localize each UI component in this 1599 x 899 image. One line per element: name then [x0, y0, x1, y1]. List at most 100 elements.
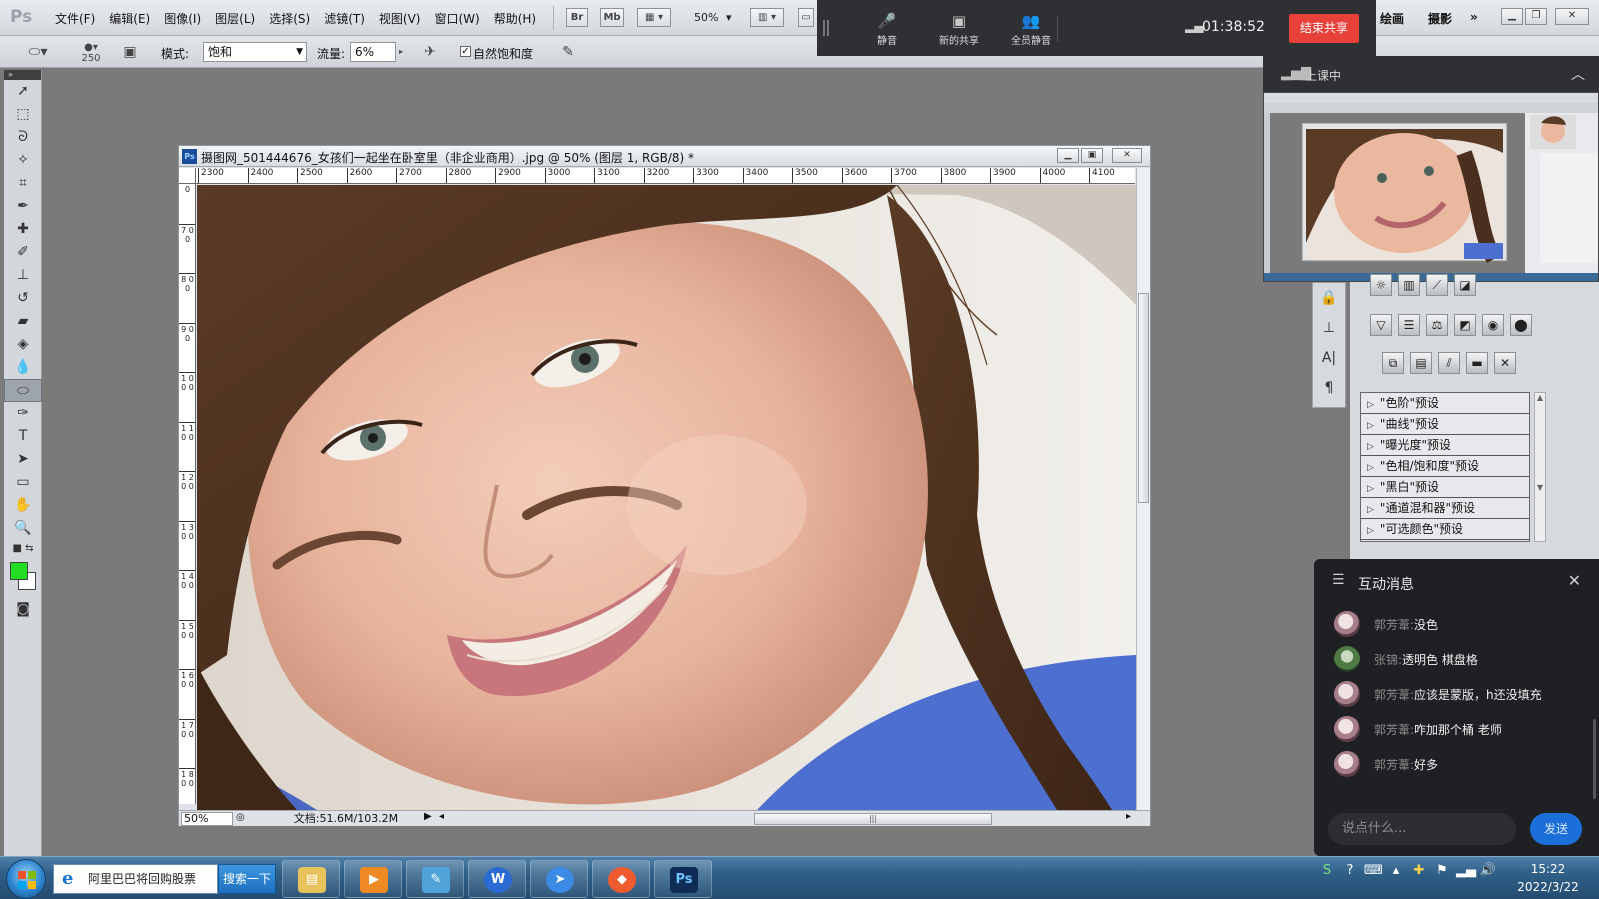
- security-icon[interactable]: ✚: [1410, 863, 1428, 878]
- vertical-ruler[interactable]: 6 0 07 0 08 0 09 0 01 0 0 01 1 0 01 2 0 …: [179, 184, 196, 804]
- history-brush-tool-icon[interactable]: ↺: [4, 287, 42, 310]
- close-icon[interactable]: ✕: [1568, 571, 1581, 590]
- keyboard-icon[interactable]: ⌨: [1364, 863, 1383, 878]
- horizontal-ruler[interactable]: 2300 2400 2500 2600 2700 2800 2900 3000 3100 3200…: [196, 168, 1135, 184]
- taskbar-photoshop[interactable]: Ps: [654, 860, 712, 898]
- color-balance-icon[interactable]: ⚖: [1426, 314, 1448, 336]
- healing-brush-tool-icon[interactable]: ✚: [4, 218, 42, 241]
- path-selection-tool-icon[interactable]: ➤: [4, 448, 42, 471]
- airbrush-icon[interactable]: ✈: [420, 42, 440, 62]
- chat-input[interactable]: 说点什么...: [1328, 813, 1516, 845]
- exposure-icon[interactable]: ◪: [1454, 274, 1476, 296]
- bridge-button[interactable]: Br: [566, 8, 588, 27]
- threshold-icon[interactable]: ⫽: [1438, 352, 1460, 374]
- ruler-origin[interactable]: [179, 168, 196, 184]
- flow-input[interactable]: 6%: [350, 42, 396, 62]
- send-button[interactable]: 发送: [1530, 813, 1582, 845]
- status-info-icon[interactable]: ◎: [236, 812, 245, 823]
- shape-tool-icon[interactable]: ▭: [4, 471, 42, 494]
- new-share-button[interactable]: ▣ 新的共享: [929, 10, 989, 47]
- arrange-documents-button[interactable]: ▥ ▾: [750, 8, 784, 27]
- help-icon[interactable]: ?: [1341, 863, 1359, 878]
- lock-icon[interactable]: 🔒: [1313, 283, 1345, 313]
- sogou-icon[interactable]: S: [1318, 863, 1336, 878]
- foreground-color-swatch[interactable]: [10, 562, 28, 580]
- taskbar-explorer[interactable]: ▤: [282, 860, 340, 898]
- zoom-level-menu[interactable]: 50%: [694, 11, 718, 24]
- tray-expand-icon[interactable]: ▴: [1387, 863, 1405, 878]
- ie-search-box[interactable]: e 阿里巴巴将回购股票: [53, 864, 218, 894]
- blur-tool-icon[interactable]: 💧: [4, 356, 42, 379]
- workspace-painting[interactable]: 绘画: [1380, 10, 1404, 27]
- drag-handle-icon[interactable]: [823, 20, 829, 36]
- character-icon[interactable]: A|: [1313, 343, 1345, 373]
- zoom-dropdown-icon[interactable]: ▾: [726, 11, 732, 24]
- scroll-left-icon[interactable]: ◂: [439, 811, 444, 822]
- eraser-tool-icon[interactable]: ▰: [4, 310, 42, 333]
- move-tool-icon[interactable]: ➚: [4, 80, 42, 103]
- gradient-map-icon[interactable]: ▬: [1466, 352, 1488, 374]
- taskbar-classroom[interactable]: ◆: [592, 860, 650, 898]
- vibrance-checkbox[interactable]: ✓: [460, 46, 471, 57]
- menu-edit[interactable]: 编辑(E): [102, 10, 157, 27]
- mode-select[interactable]: 饱和 ▼: [203, 42, 307, 62]
- network-alert-icon[interactable]: ⚑: [1433, 863, 1451, 878]
- end-share-button[interactable]: 结束共享: [1289, 14, 1359, 43]
- menu-filter[interactable]: 滤镜(T): [317, 10, 372, 27]
- taskbar-image-viewer[interactable]: ✎: [406, 860, 464, 898]
- volume-icon[interactable]: 🔊: [1479, 863, 1497, 878]
- brightness-icon[interactable]: ☼: [1370, 274, 1392, 296]
- posterize-icon[interactable]: ▤: [1410, 352, 1432, 374]
- start-button[interactable]: [6, 859, 46, 899]
- taskbar-wps[interactable]: W: [468, 860, 526, 898]
- scroll-right-icon[interactable]: ▸: [1126, 811, 1131, 822]
- workspace-photography[interactable]: 摄影: [1428, 10, 1452, 27]
- paragraph-icon[interactable]: ¶: [1313, 373, 1345, 403]
- app-close-button[interactable]: ✕: [1555, 8, 1589, 25]
- signal-icon[interactable]: ▂▄: [1456, 863, 1476, 878]
- doc-maximize-button[interactable]: ▣: [1081, 148, 1103, 163]
- view-extras-button[interactable]: ▦ ▾: [637, 8, 671, 27]
- menu-window[interactable]: 窗口(W): [427, 10, 486, 27]
- doc-vertical-scroll-thumb[interactable]: [1138, 293, 1149, 503]
- doc-close-button[interactable]: ✕: [1112, 148, 1142, 163]
- doc-horizontal-scroll-thumb[interactable]: |||: [754, 813, 992, 825]
- mute-all-button[interactable]: 👥 全员静音: [1001, 10, 1061, 47]
- pressure-size-icon[interactable]: ✎: [558, 42, 578, 62]
- curves-icon[interactable]: ⟋: [1426, 274, 1448, 296]
- app-restore-button[interactable]: ❐: [1525, 8, 1547, 25]
- status-zoom-field[interactable]: 50%: [181, 812, 233, 826]
- taskbar-feishu[interactable]: ➤: [530, 860, 588, 898]
- document-titlebar[interactable]: Ps 摄图网_501444676_女孩们一起坐在卧室里（非企业商用）.jpg @…: [179, 146, 1150, 167]
- clone-stamp-tool-icon[interactable]: ⊥: [4, 264, 42, 287]
- flow-slider-arrow-icon[interactable]: ▸: [395, 42, 407, 62]
- chevron-up-icon[interactable]: ︿: [1571, 64, 1585, 84]
- preset-exposure[interactable]: ▷ "曝光度"预设: [1361, 435, 1529, 456]
- hand-tool-icon[interactable]: ✋: [4, 494, 42, 517]
- pen-tool-icon[interactable]: ✑: [4, 402, 42, 425]
- sponge-tool-preset-icon[interactable]: ⬭▾: [20, 42, 56, 62]
- screen-mode-button[interactable]: ▭: [798, 8, 814, 27]
- preset-hue-saturation[interactable]: ▷ "色相/饱和度"预设: [1361, 456, 1529, 477]
- vibrance-icon[interactable]: ▽: [1370, 314, 1392, 336]
- swap-colors-icon[interactable]: ■ ⇆: [4, 540, 42, 558]
- zoom-tool-icon[interactable]: 🔍: [4, 517, 42, 540]
- clone-source-icon[interactable]: ⊥: [1313, 313, 1345, 343]
- eyedropper-tool-icon[interactable]: ✒: [4, 195, 42, 218]
- preset-black-white[interactable]: ▷ "黑白"预设: [1361, 477, 1529, 498]
- mini-bridge-button[interactable]: Mb: [600, 8, 624, 27]
- marquee-tool-icon[interactable]: ⬚: [4, 103, 42, 126]
- menu-view[interactable]: 视图(V): [372, 10, 428, 27]
- taskbar-media-player[interactable]: ▶: [344, 860, 402, 898]
- brush-tool-icon[interactable]: ✐: [4, 241, 42, 264]
- image-canvas[interactable]: [197, 185, 1136, 810]
- brush-panel-icon[interactable]: ▣: [120, 42, 140, 62]
- presets-scrollbar[interactable]: ▲ ▼: [1534, 392, 1546, 542]
- app-minimize-button[interactable]: ▁: [1501, 8, 1523, 25]
- doc-vertical-scrollbar[interactable]: [1136, 168, 1150, 810]
- tools-panel-collapse-icon[interactable]: »: [4, 70, 41, 80]
- quick-mask-icon[interactable]: ◙: [4, 598, 42, 621]
- photo-filter-icon[interactable]: ◉: [1482, 314, 1504, 336]
- screen-share-preview[interactable]: [1263, 92, 1599, 282]
- mute-button[interactable]: 🎤 静音: [857, 10, 917, 47]
